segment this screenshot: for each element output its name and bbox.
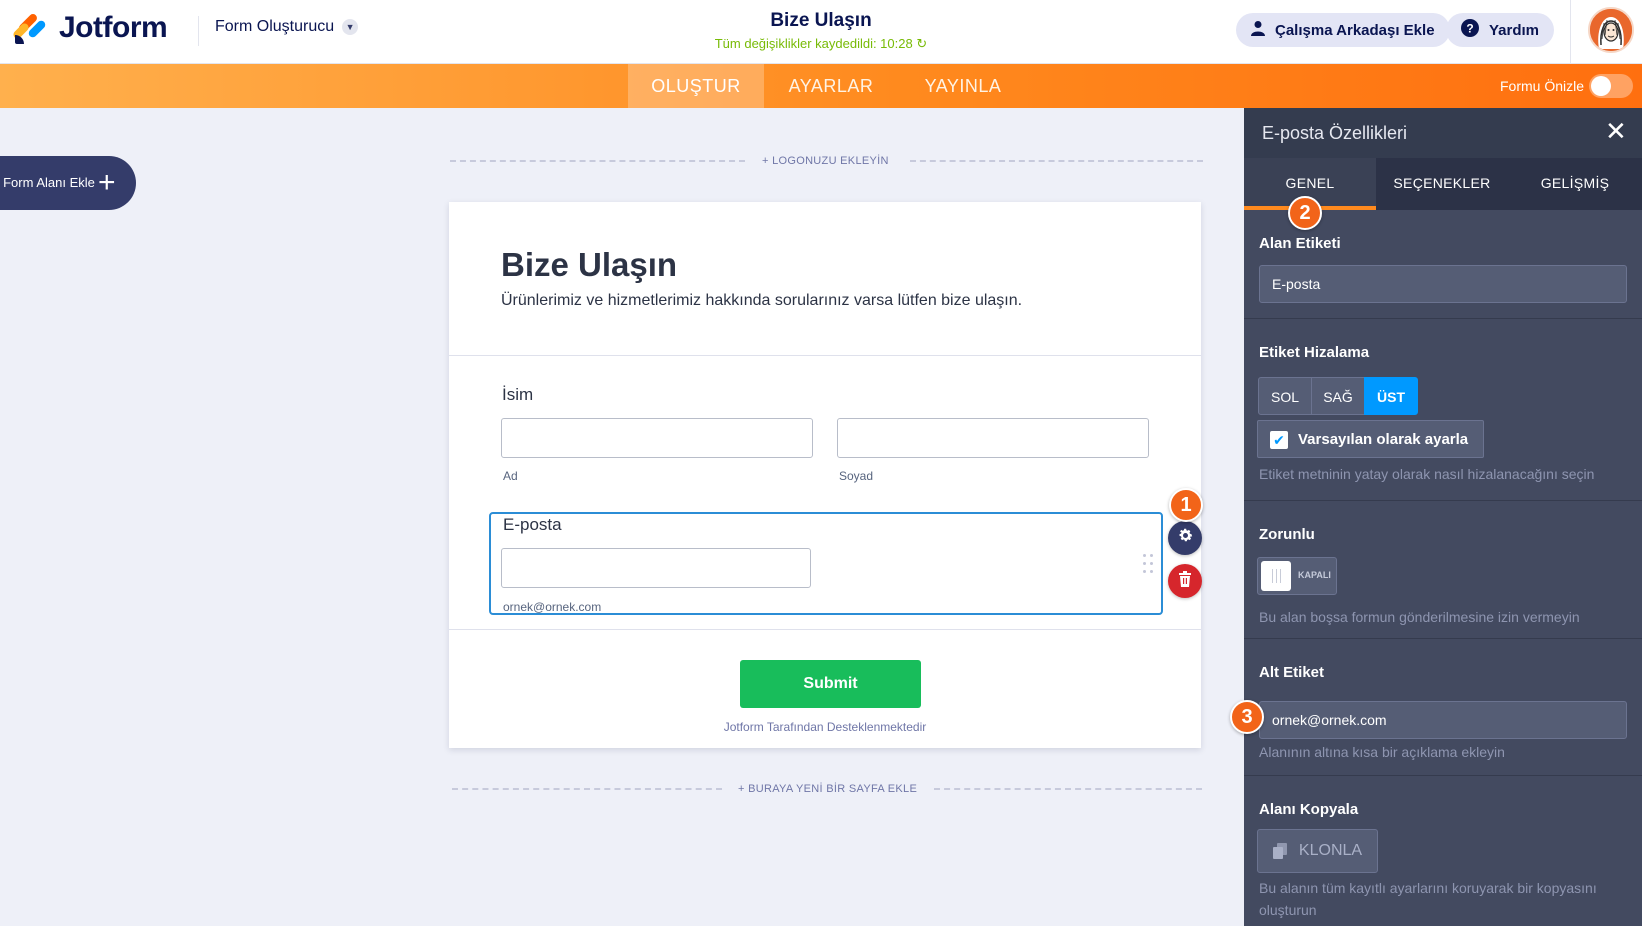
toggle-knob [1591, 76, 1611, 96]
first-name-input[interactable] [501, 418, 813, 458]
required-title: Zorunlu [1259, 526, 1315, 543]
tab-build[interactable]: OLUŞTUR [628, 64, 764, 108]
builder-switcher[interactable]: Form Oluşturucu ▼ [215, 18, 359, 36]
add-form-element-label: Form Alanı Ekle [3, 175, 95, 190]
help-button[interactable]: ? Yardım [1446, 13, 1555, 47]
properties-panel-header: E-posta Özellikleri ✕ [1244, 108, 1642, 158]
top-bar: Jotform Form Oluşturucu ▼ Bize Ulaşın Tü… [0, 0, 1642, 64]
form-heading: Bize Ulaşın [501, 246, 678, 283]
svg-text:?: ? [1466, 22, 1473, 36]
clone-icon [1272, 843, 1287, 859]
toggle-knob [1261, 561, 1291, 591]
required-hint: Bu alan boşsa formun gönderilmesine izin… [1259, 609, 1580, 625]
align-top-option[interactable]: ÜST [1364, 377, 1418, 415]
help-label: Yardım [1489, 21, 1540, 39]
email-sublabel: ornek@ornek.com [503, 600, 602, 614]
preview-label: Formu Önizle [1500, 78, 1585, 94]
add-collaborator-button[interactable]: Çalışma Arkadaşı Ekle [1236, 13, 1450, 47]
field-properties-button[interactable] [1168, 521, 1202, 555]
duplicate-field-hint: Bu alanın tüm kayıtlı ayarlarını koruyar… [1259, 880, 1597, 918]
jotform-logo[interactable]: Jotform [11, 11, 168, 45]
divider [198, 16, 199, 46]
first-name-sublabel: Ad [503, 469, 518, 483]
form-header[interactable]: Bize Ulaşın Ürünlerimiz ve hizmetlerimiz… [449, 202, 1201, 356]
step-marker-1: 1 [1169, 488, 1203, 522]
gear-icon [1177, 527, 1194, 549]
duplicate-field-title: Alanı Kopyala [1259, 801, 1359, 818]
chevron-down-icon: ▼ [342, 19, 359, 35]
clone-label: KLONLA [1298, 842, 1363, 859]
delete-field-button[interactable] [1168, 564, 1202, 598]
add-collaborator-label: Çalışma Arkadaşı Ekle [1275, 21, 1435, 39]
submit-button[interactable]: Submit [740, 660, 921, 708]
properties-panel-title: E-posta Özellikleri [1262, 123, 1408, 143]
section-divider [1244, 318, 1642, 319]
add-logo-link[interactable]: + LOGONUZU EKLEYİN [762, 155, 889, 167]
save-status-text: Tüm değişiklikler kaydedildi: 10:28 [714, 36, 913, 51]
jotform-logo-icon [11, 12, 47, 44]
add-form-element-button[interactable]: Form Alanı Ekle + [0, 156, 136, 210]
align-right-option[interactable]: SAĞ [1311, 377, 1365, 415]
preview-toggle[interactable] [1589, 74, 1633, 98]
builder-switcher-label: Form Oluşturucu [215, 18, 335, 35]
step-marker-2: 2 [1288, 196, 1322, 230]
dashed-divider [934, 788, 1202, 790]
tab-options[interactable]: SEÇENEKLER [1376, 158, 1508, 210]
tab-settings[interactable]: AYARLAR [764, 64, 898, 108]
help-icon: ? [1461, 19, 1479, 41]
powered-by-text[interactable]: Jotform Tarafından Desteklenmektedir [449, 720, 1201, 734]
dashed-divider [452, 788, 722, 790]
label-alignment-title: Etiket Hizalama [1259, 344, 1370, 361]
divider [1570, 0, 1571, 64]
align-left-option[interactable]: SOL [1258, 377, 1312, 415]
form-subheading: Ürünlerimiz ve hizmetlerimiz hakkında so… [501, 292, 1023, 309]
dashed-divider [910, 160, 1203, 162]
dashed-divider [450, 160, 745, 162]
add-page-link[interactable]: + BURAYA YENİ BİR SAYFA EKLE [738, 783, 917, 795]
section-divider [1244, 775, 1642, 776]
form-divider [449, 629, 1201, 630]
user-avatar[interactable] [1588, 7, 1634, 53]
section-divider [1244, 500, 1642, 501]
user-icon [1251, 20, 1265, 40]
tab-advanced[interactable]: GELİŞMİŞ [1508, 158, 1642, 210]
main-nav: OLUŞTUR AYARLAR YAYINLA Formu Önizle [0, 64, 1642, 108]
section-divider [1244, 638, 1642, 639]
email-field-label: E-posta [503, 515, 562, 534]
sublabel-hint: Alanının altına kısa bir açıklama ekleyi… [1259, 744, 1505, 760]
properties-panel: E-posta Özellikleri ✕ GENEL SEÇENEKLER G… [1244, 108, 1642, 926]
last-name-sublabel: Soyad [839, 469, 874, 483]
required-state: KAPALI [1298, 570, 1331, 580]
checkmark-icon: ✔ [1270, 431, 1288, 449]
brand-name: Jotform [59, 11, 168, 44]
set-as-default-checkbox[interactable]: ✔ Varsayılan olarak ayarla [1257, 420, 1484, 458]
last-name-input[interactable] [837, 418, 1149, 458]
drag-handle-icon[interactable] [1143, 554, 1155, 574]
email-input[interactable] [501, 548, 811, 588]
sublabel-input[interactable]: ornek@ornek.com [1259, 701, 1627, 739]
name-field-label: İsim [502, 385, 534, 404]
refresh-icon: ↻ [916, 36, 928, 51]
tab-publish[interactable]: YAYINLA [898, 64, 1028, 108]
set-as-default-label: Varsayılan olarak ayarla [1298, 431, 1469, 448]
trash-icon [1178, 570, 1192, 592]
clone-button[interactable]: KLONLA [1257, 829, 1378, 873]
required-toggle[interactable]: KAPALI [1257, 557, 1337, 595]
field-label-title: Alan Etiketi [1259, 235, 1341, 252]
close-icon[interactable]: ✕ [1605, 118, 1627, 144]
field-label-input[interactable]: E-posta [1259, 265, 1627, 303]
plus-icon: + [98, 166, 116, 199]
step-marker-3: 3 [1230, 700, 1264, 734]
sublabel-title: Alt Etiket [1259, 664, 1325, 681]
label-alignment-hint: Etiket metninin yatay olarak nasıl hizal… [1259, 466, 1595, 482]
